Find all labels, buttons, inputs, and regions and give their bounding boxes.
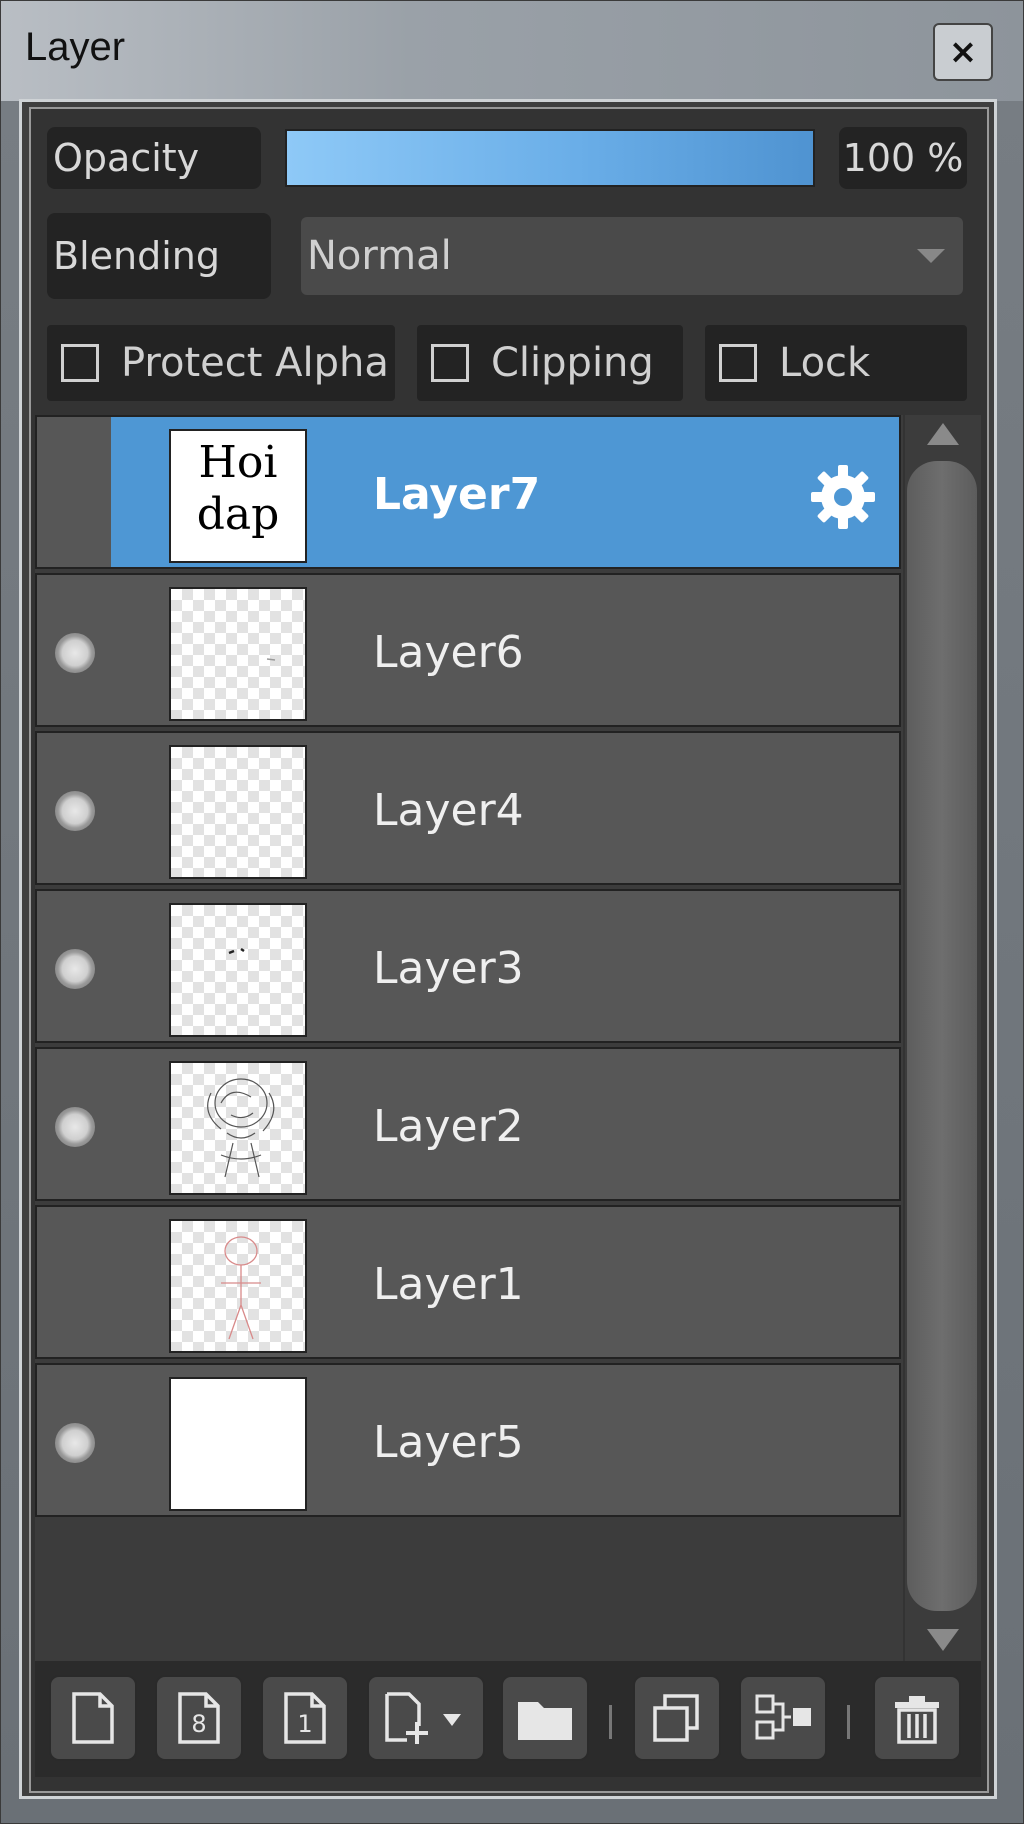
layer-row-layer7[interactable]: Hoi dap Layer7 [35,415,901,569]
folder-icon [518,1702,572,1740]
layer-name[interactable]: Layer7 [373,469,540,520]
add-layer-menu-icon [385,1692,461,1744]
opacity-slider[interactable] [285,129,815,187]
blending-label: Blending [47,213,271,299]
delete-layer-icon [895,1696,939,1744]
lock-label: Lock [779,340,871,386]
scrollbar-thumb[interactable] [907,461,977,1611]
visibility-dot-icon[interactable] [55,949,95,989]
new-layer-icon [72,1692,114,1744]
layer-name[interactable]: Layer4 [373,785,524,836]
layer-thumbnail [169,745,307,879]
clipping-checkbox[interactable]: Clipping [417,325,683,401]
title-bar[interactable]: Layer × [1,1,1023,101]
layer-row-layer2[interactable]: Layer2 [35,1047,901,1201]
checkbox-icon [431,344,469,382]
visibility-dot-icon[interactable] [55,1107,95,1147]
duplicate-layer-icon [653,1694,699,1742]
protect-alpha-checkbox[interactable]: Protect Alpha [47,325,395,401]
scroll-down-arrow-icon[interactable] [927,1629,959,1651]
lock-checkbox[interactable]: Lock [705,325,967,401]
add-layer-menu-button[interactable] [367,1675,485,1761]
chevron-down-icon [917,249,945,263]
close-button[interactable]: × [933,23,993,81]
merge-layer-icon [755,1694,811,1740]
delete-layer-button[interactable] [873,1675,961,1761]
window-title: Layer [25,25,126,69]
layer-name[interactable]: Layer1 [373,1259,524,1310]
layer-toolbar: 8 1 [35,1661,981,1777]
new-1bit-layer-button[interactable]: 1 [261,1675,349,1761]
blending-selected-value: Normal [307,233,452,279]
protect-alpha-label: Protect Alpha [121,340,389,386]
layer-list: Hoi dap Layer7 Layer6 Layer4 Layer3 Laye… [35,415,903,1661]
gear-icon[interactable] [807,461,879,533]
layer-row-layer3[interactable]: Layer3 [35,889,901,1043]
new-8bit-layer-button[interactable]: 8 [155,1675,243,1761]
checkbox-icon [719,344,757,382]
new-folder-button[interactable] [501,1675,589,1761]
thumbnail-handwriting: Hoi dap [171,437,305,541]
layer-thumbnail [169,1219,307,1353]
blending-select[interactable]: Normal [301,217,963,295]
visibility-dot-icon[interactable] [55,791,95,831]
toolbar-separator [609,1705,612,1739]
toolbar-separator [847,1705,850,1739]
visibility-dot-icon[interactable] [55,633,95,673]
new-layer-button[interactable] [49,1675,137,1761]
layer-name[interactable]: Layer2 [373,1101,524,1152]
checkbox-icon [61,344,99,382]
layer-thumbnail [169,1061,307,1195]
thumbnail-content [207,1078,275,1178]
layer-row-layer1[interactable]: Layer1 [35,1205,901,1359]
merge-layer-button[interactable] [739,1675,827,1761]
new-1bit-layer-icon: 1 [284,1692,326,1744]
opacity-value[interactable]: 100 % [839,127,967,189]
opacity-label: Opacity [47,127,261,189]
layer-row-layer5[interactable]: Layer5 [35,1363,901,1517]
layer-window: Layer × Opacity 100 % Blending Normal Pr… [0,0,1024,1824]
thumbnail-content [228,947,245,955]
layer-thumbnail [169,903,307,1037]
new-8bit-layer-icon: 8 [178,1692,220,1744]
thumbnail-content [221,1236,261,1340]
layer-thumbnail [169,1377,307,1511]
layer-name[interactable]: Layer6 [373,627,524,678]
svg-text:8: 8 [191,1710,206,1738]
layer-row-layer6[interactable]: Layer6 [35,573,901,727]
visibility-dot-icon[interactable] [55,1423,95,1463]
svg-text:1: 1 [297,1710,312,1738]
layer-name[interactable]: Layer5 [373,1417,524,1468]
layer-thumbnail [169,587,307,721]
layer-row-layer4[interactable]: Layer4 [35,731,901,885]
clipping-label: Clipping [491,340,654,386]
layer-thumbnail: Hoi dap [169,429,307,563]
thumbnail-content [266,658,276,661]
thumbnail-line-2: dap [196,489,280,540]
layer-name[interactable]: Layer3 [373,943,524,994]
scroll-up-arrow-icon[interactable] [927,423,959,445]
duplicate-layer-button[interactable] [633,1675,721,1761]
thumbnail-line-1: Hoi [198,437,278,488]
opacity-slider-fill [287,131,813,185]
visibility-column[interactable] [37,417,111,567]
